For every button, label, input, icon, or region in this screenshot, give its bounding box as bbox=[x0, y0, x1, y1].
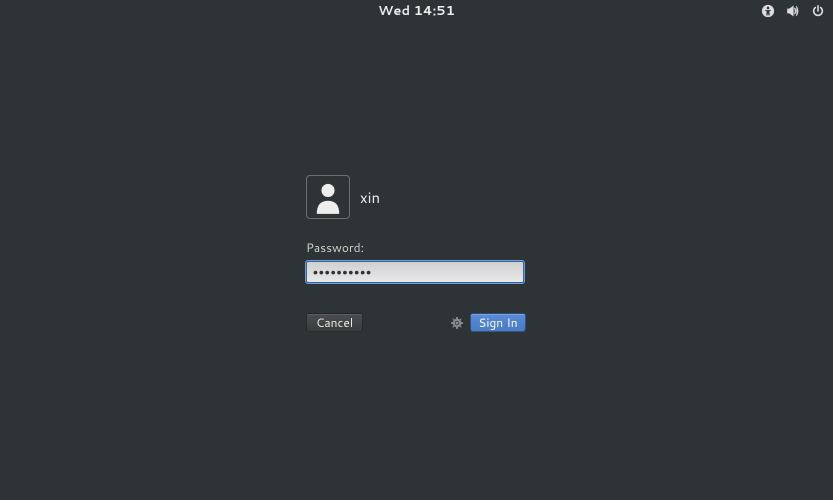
login-panel: xin Password: bbox=[306, 175, 526, 283]
button-row: Cancel Sign In bbox=[306, 313, 526, 332]
user-row: xin bbox=[306, 175, 526, 219]
cancel-button[interactable]: Cancel bbox=[306, 313, 363, 332]
avatar bbox=[306, 175, 350, 219]
accessibility-icon[interactable] bbox=[761, 4, 775, 18]
gear-icon[interactable] bbox=[450, 316, 464, 330]
top-panel: Wed 14:51 bbox=[0, 0, 833, 22]
volume-icon[interactable] bbox=[786, 4, 800, 18]
status-icons bbox=[761, 4, 825, 18]
password-label: Password: bbox=[306, 239, 526, 256]
username-label: xin bbox=[360, 187, 380, 208]
clock[interactable]: Wed 14:51 bbox=[378, 2, 455, 20]
signin-button[interactable]: Sign In bbox=[470, 313, 526, 332]
password-input[interactable] bbox=[306, 261, 524, 283]
right-button-group: Sign In bbox=[450, 313, 526, 332]
power-icon[interactable] bbox=[811, 4, 825, 18]
